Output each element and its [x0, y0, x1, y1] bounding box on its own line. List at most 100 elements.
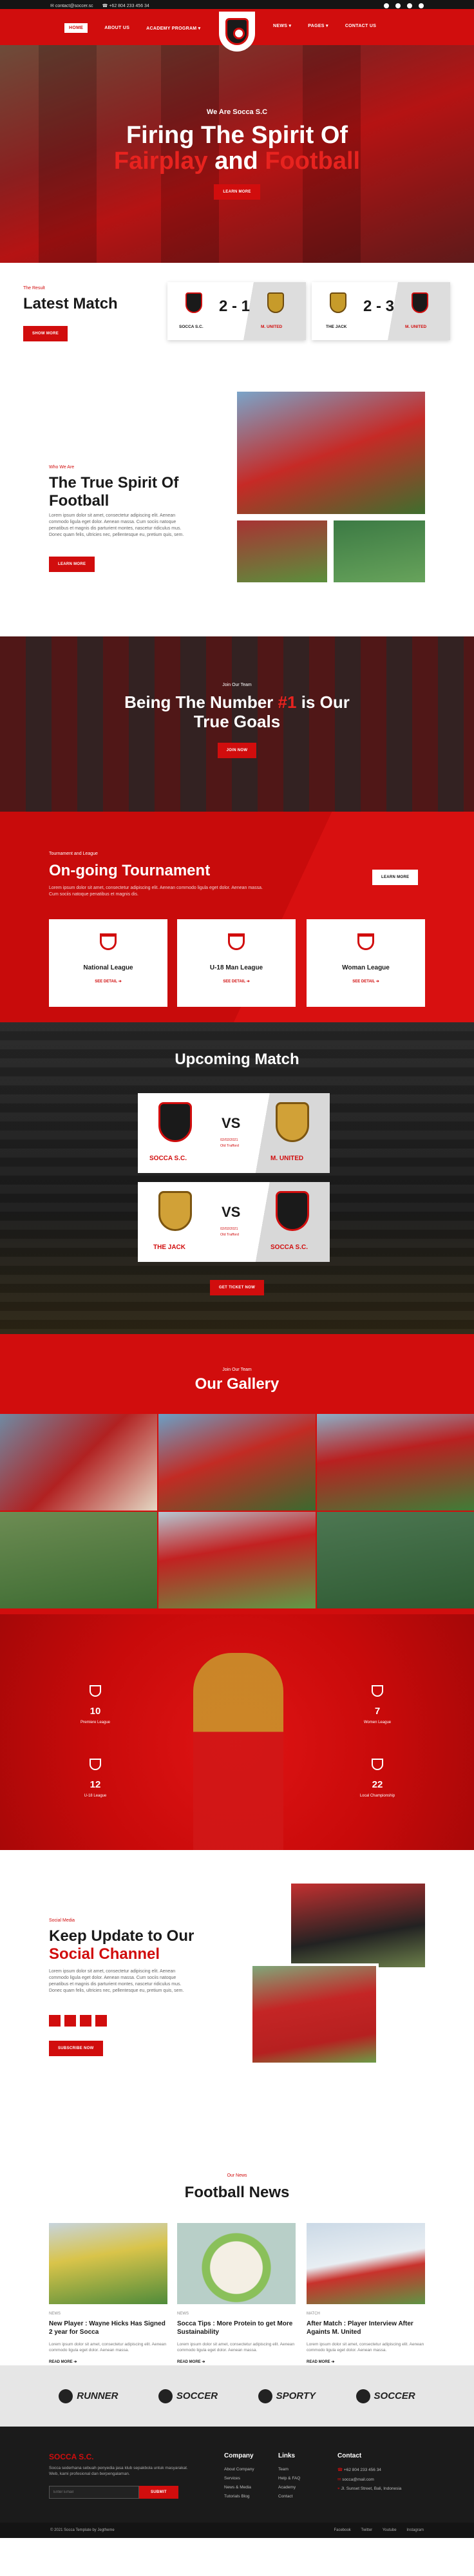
partner-logo[interactable]: RUNNER	[59, 2389, 118, 2403]
news-headline[interactable]: Socca Tips : More Protein to get More Su…	[177, 2320, 296, 2336]
stat-item: 10 Premiere League	[70, 1685, 121, 1724]
team-photo	[237, 392, 425, 514]
footer: SOCCA S.C. Socca sederhana sebuah penyed…	[0, 2427, 474, 2538]
footer-link[interactable]: News & Media	[224, 2485, 254, 2490]
join-eyebrow: Join Our Team	[222, 683, 252, 687]
away-team: SOCCA S.C.	[270, 1244, 308, 1251]
facebook-icon[interactable]	[384, 3, 389, 8]
gallery-image[interactable]	[0, 1512, 157, 1608]
result-card[interactable]: 2 - 3 THE JACK M. UNITED	[312, 282, 450, 340]
partner-logo[interactable]: SPORTY	[258, 2389, 316, 2403]
partner-logo[interactable]: SOCCER	[356, 2389, 415, 2403]
footer-link[interactable]: Tutorials Blog	[224, 2494, 254, 2499]
twitter-icon[interactable]	[64, 2015, 76, 2027]
news-card[interactable]: NEWS Socca Tips : More Protein to get Mo…	[177, 2223, 296, 2364]
instagram-icon[interactable]	[419, 3, 424, 8]
footer-contact: Contact ☎ +62 804 233 456 34 ✉ socca@mai…	[337, 2452, 428, 2496]
nav-about[interactable]: ABOUT US	[104, 26, 129, 30]
youtube-icon[interactable]	[80, 2015, 91, 2027]
see-detail-link[interactable]: SEE DETAIL ➔	[49, 979, 167, 984]
away-team: M. UNITED	[270, 1155, 304, 1162]
see-detail-link[interactable]: SEE DETAIL ➔	[177, 979, 296, 984]
news-headline[interactable]: New Player : Wayne Hicks Has Signed 2 ye…	[49, 2320, 167, 2336]
news-card[interactable]: MATCH After Match : Player Interview Aft…	[307, 2223, 425, 2364]
read-more-link[interactable]: READ MORE ➔	[49, 2360, 167, 2364]
social-section: Social Media Keep Update to Our Social Ch…	[0, 1850, 474, 2146]
footer-social-link[interactable]: Facebook	[334, 2528, 350, 2532]
twitter-icon[interactable]	[395, 3, 401, 8]
read-more-link[interactable]: READ MORE ➔	[177, 2360, 296, 2364]
footer-link[interactable]: Services	[224, 2476, 254, 2481]
tournament-name: National League	[83, 964, 133, 971]
footer-link[interactable]: Contact	[278, 2494, 300, 2499]
footer-bottom: © 2021 Socca Template by Jegtheme Facebo…	[0, 2523, 474, 2538]
email-contact[interactable]: ✉ contact@soccer.sc	[50, 3, 93, 8]
subscribe-button[interactable]: SUBSCRIBE NOW	[49, 2041, 103, 2056]
instagram-icon[interactable]	[95, 2015, 107, 2027]
show-more-button[interactable]: SHOW MORE	[23, 326, 68, 341]
footer-link[interactable]: About Company	[224, 2467, 254, 2472]
gallery-section: Join Our Team Our Gallery	[0, 1334, 474, 1614]
home-crest-icon	[330, 292, 346, 313]
social-icons	[49, 2015, 111, 2030]
nav-contact[interactable]: CONTACT US	[345, 24, 376, 28]
footer-social-link[interactable]: Instagram	[406, 2528, 424, 2532]
score: 2 - 3	[363, 298, 395, 315]
away-crest-icon	[276, 1102, 309, 1142]
upcoming-card[interactable]: SOCCA S.C. VS 02/02/2021 Old Trafford M.…	[138, 1093, 330, 1173]
tournament-card[interactable]: Woman League SEE DETAIL ➔	[307, 919, 425, 1007]
trophy-icon	[90, 1759, 101, 1770]
nav-right: NEWS ▾ PAGES ▾ CONTACT US	[273, 23, 393, 29]
upcoming-match-section: Upcoming Match SOCCA S.C. VS 02/02/2021 …	[0, 1022, 474, 1334]
home-team: SOCCA S.C.	[149, 1155, 187, 1162]
contact-email: ✉ socca@mail.com	[337, 2477, 374, 2482]
join-now-button[interactable]: JOIN NOW	[217, 743, 257, 758]
nav-news[interactable]: NEWS ▾	[273, 23, 291, 28]
nav-left: HOME ABOUT US ACADEMY PROGRAM ▾	[64, 23, 218, 33]
tournament-text: Lorem ipsum dolor sit amet, consectetur …	[49, 886, 263, 897]
news-card[interactable]: NEWS New Player : Wayne Hicks Has Signed…	[49, 2223, 167, 2364]
get-ticket-button[interactable]: GET TICKET NOW	[209, 1280, 265, 1295]
news-headline[interactable]: After Match : Player Interview After Aga…	[307, 2320, 425, 2336]
site-logo[interactable]	[219, 12, 255, 52]
tournament-card[interactable]: National League SEE DETAIL ➔	[49, 919, 167, 1007]
footer-link[interactable]: Team	[278, 2467, 300, 2472]
away-team: M. UNITED	[261, 325, 283, 329]
gallery-image[interactable]	[158, 1512, 316, 1608]
contact-phone: ☎ +62 804 233 456 34	[337, 2468, 381, 2472]
nav-pages[interactable]: PAGES ▾	[308, 23, 328, 28]
footer-social-link[interactable]: Youtube	[383, 2528, 397, 2532]
gallery-image[interactable]	[317, 1414, 474, 1511]
gallery-image[interactable]	[317, 1512, 474, 1608]
facebook-icon[interactable]	[49, 2015, 61, 2027]
home-team: THE JACK	[153, 1244, 186, 1251]
gallery-image[interactable]	[0, 1414, 157, 1511]
about-learn-more-button[interactable]: LEARN MORE	[49, 557, 95, 572]
see-detail-link[interactable]: SEE DETAIL ➔	[307, 979, 425, 984]
phone-contact[interactable]: ☎ +62 804 233 456 34	[102, 3, 149, 8]
footer-link[interactable]: Help & FAQ	[278, 2476, 300, 2481]
footer-social-link[interactable]: Twitter	[361, 2528, 372, 2532]
trophy-icon	[100, 933, 117, 950]
tournament-card[interactable]: U-18 Man League SEE DETAIL ➔	[177, 919, 296, 1007]
youtube-icon[interactable]	[407, 3, 412, 8]
result-card[interactable]: 2 - 1 SOCCA S.C. M. UNITED	[167, 282, 306, 340]
partner-logo[interactable]: SOCCER	[158, 2389, 218, 2403]
match-venue: Old Trafford	[220, 1144, 239, 1148]
news-tag: NEWS	[177, 2312, 189, 2316]
latest-match-section: The Result Latest Match SHOW MORE 2 - 1 …	[0, 263, 474, 359]
read-more-link[interactable]: READ MORE ➔	[307, 2360, 425, 2364]
footer-link[interactable]: Academy	[278, 2485, 300, 2490]
social-title: Keep Update to Our Social Channel	[49, 1927, 194, 1963]
gallery-image[interactable]	[158, 1414, 316, 1511]
footer-about: Socca sederhana sebuah penyedia jasa klu…	[49, 2466, 188, 2476]
nav-academy[interactable]: ACADEMY PROGRAM ▾	[146, 26, 200, 31]
upcoming-card[interactable]: THE JACK VS 02/02/2021 Old Trafford SOCC…	[138, 1182, 330, 1262]
submit-button[interactable]: SUBMIT	[139, 2486, 178, 2499]
email-input[interactable]	[49, 2486, 139, 2499]
footer-company: Company About Company Services News & Me…	[224, 2452, 254, 2499]
tournament-learn-more-button[interactable]: LEARN MORE	[372, 870, 419, 885]
match-venue: Old Trafford	[220, 1233, 239, 1237]
nav-home[interactable]: HOME	[64, 23, 88, 33]
hero-learn-more-button[interactable]: LEARN MORE	[214, 184, 260, 200]
